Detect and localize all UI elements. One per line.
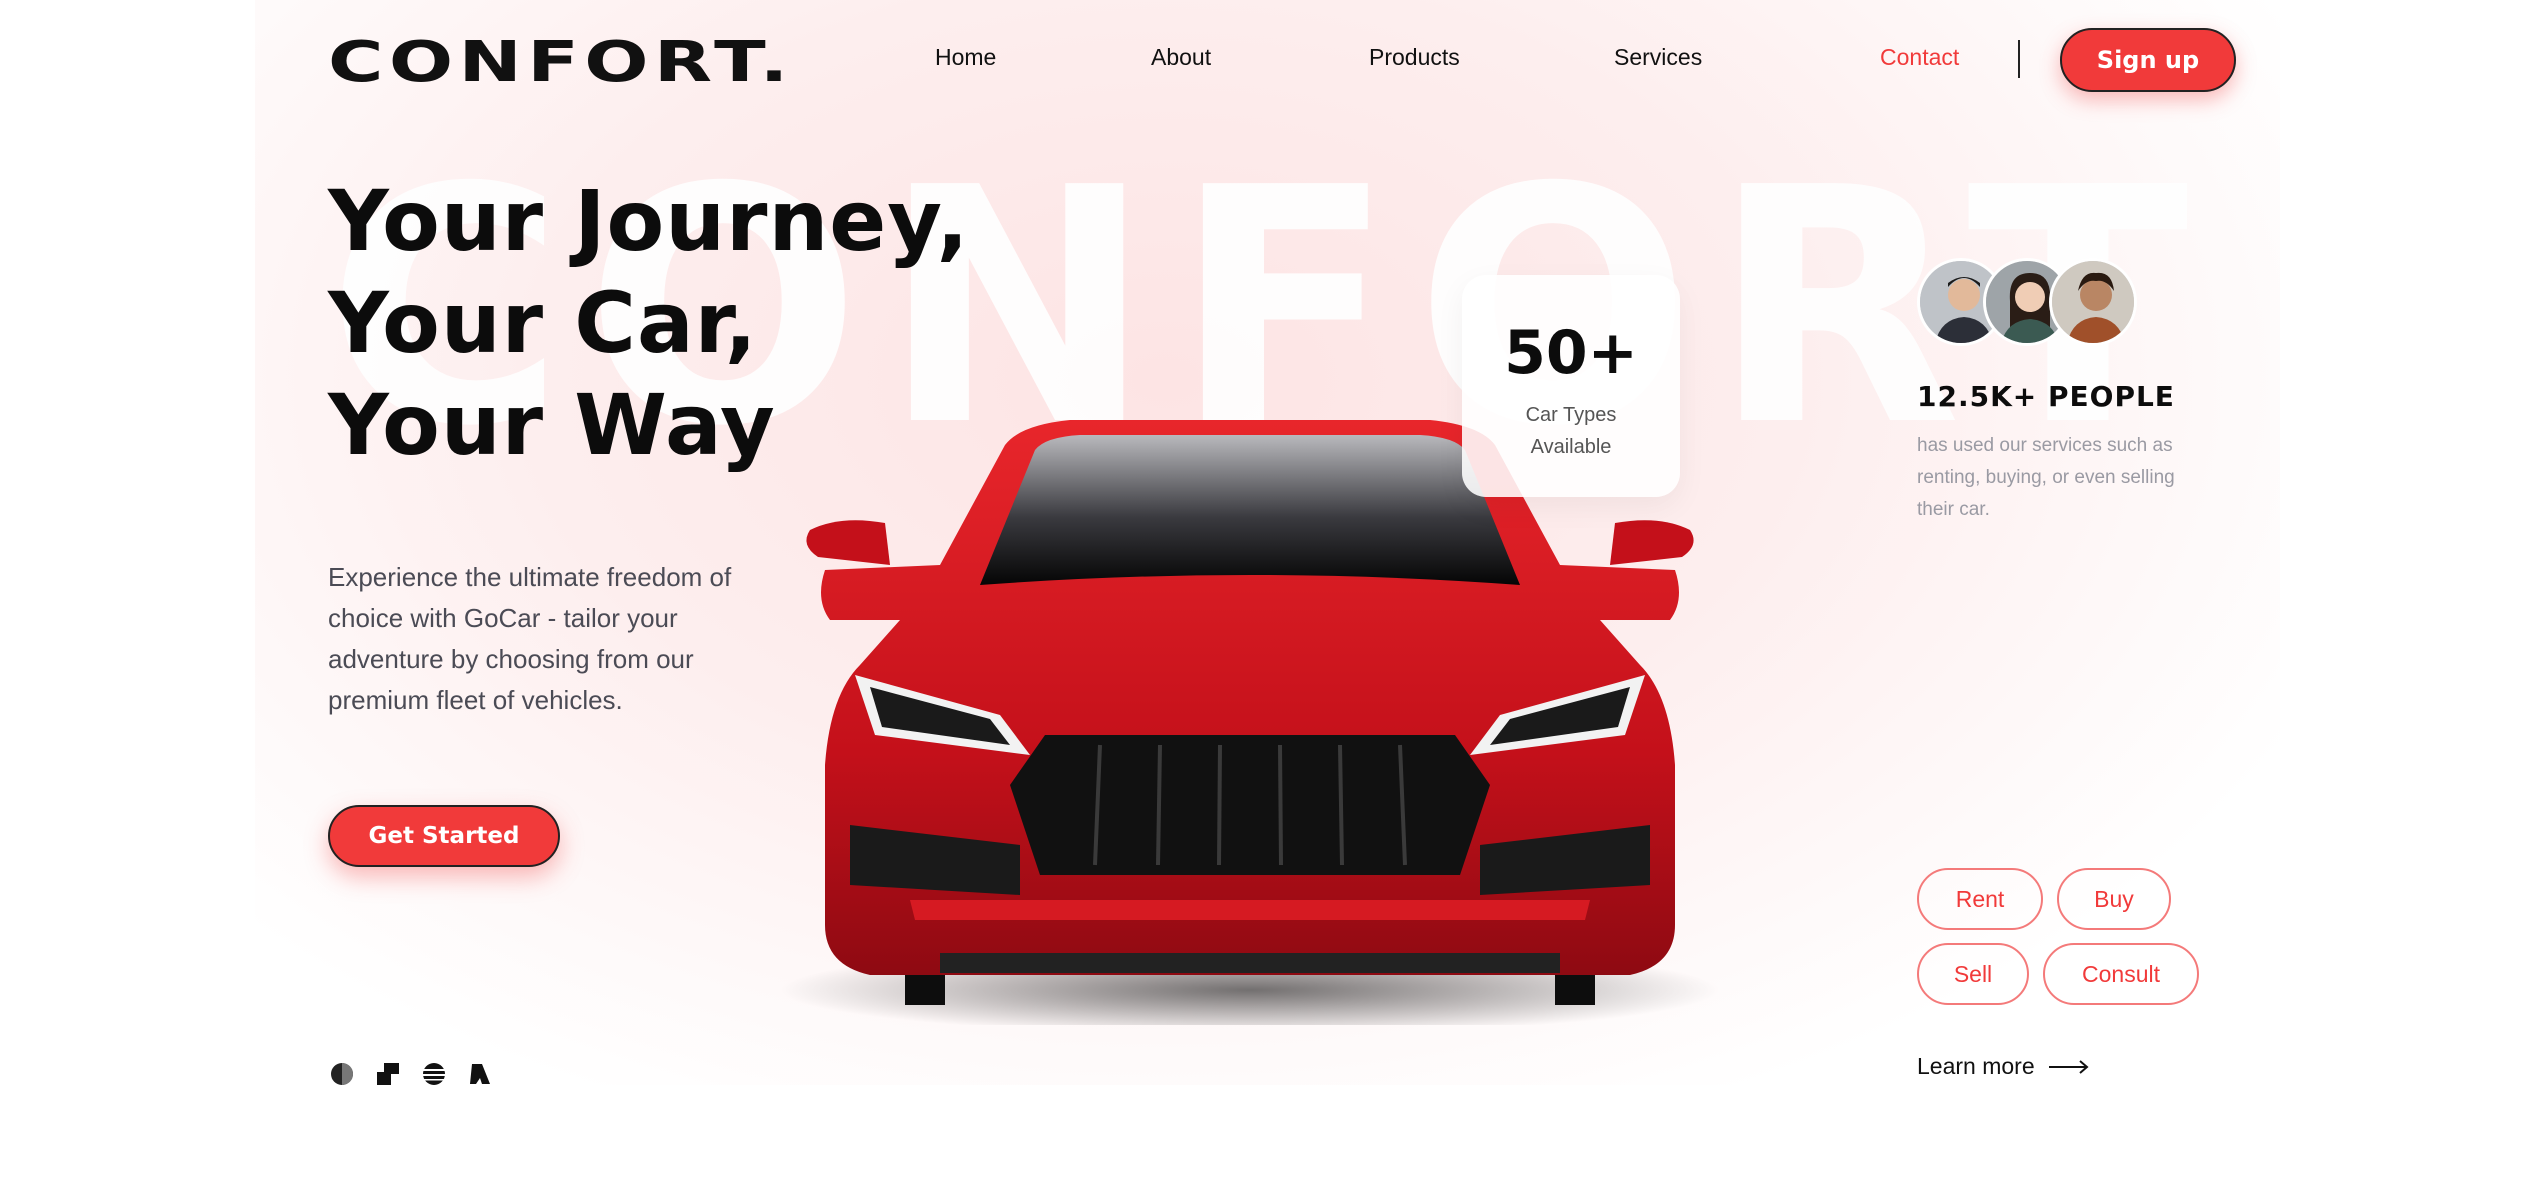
people-description: has used our services such as renting, b… (1917, 435, 2175, 520)
partner-logos (330, 1062, 492, 1086)
partner-logo-shape-icon (468, 1062, 492, 1086)
nav-services[interactable]: Services (1614, 44, 1702, 71)
get-started-button[interactable]: Get Started (328, 805, 560, 867)
car-types-stat-card: 50+ Car Types Available (1462, 275, 1680, 497)
stat-label-line-2: Available (1530, 436, 1612, 458)
avatar (2049, 258, 2137, 346)
learn-more-label: Learn more (1917, 1053, 2035, 1079)
nav-home[interactable]: Home (935, 44, 996, 71)
rent-button[interactable]: Rent (1917, 868, 2043, 930)
brand-logo[interactable]: CONFORT. (328, 30, 794, 95)
arrow-right-icon (2048, 1059, 2089, 1074)
consult-button[interactable]: Consult (2043, 943, 2199, 1005)
nav-about[interactable]: About (1151, 44, 1211, 71)
partner-logo-circle-icon (330, 1062, 354, 1086)
headline-line-1: Your Journey, (328, 172, 970, 270)
nav-divider (2018, 40, 2020, 78)
stat-label-line-1: Car Types (1525, 404, 1617, 426)
partner-logo-blocks-icon (376, 1062, 400, 1086)
partner-logo-stripes-icon (422, 1062, 446, 1086)
stat-value: 50+ (1504, 318, 1638, 388)
nav-products[interactable]: Products (1369, 44, 1460, 71)
stat-label: Car Types Available (1462, 399, 1680, 463)
learn-more-link[interactable]: Learn more (1917, 1053, 2089, 1080)
sign-up-button[interactable]: Sign up (2060, 28, 2236, 92)
buy-button[interactable]: Buy (2057, 868, 2171, 930)
hero-description: Experience the ultimate freedom of choic… (328, 562, 732, 715)
nav-contact[interactable]: Contact (1880, 44, 1959, 71)
sell-button[interactable]: Sell (1917, 943, 2029, 1005)
red-car-image (780, 420, 1720, 1025)
people-count-title: 12.5K+ PEOPLE (1917, 380, 2175, 413)
headline-line-2: Your Car, (328, 274, 758, 372)
